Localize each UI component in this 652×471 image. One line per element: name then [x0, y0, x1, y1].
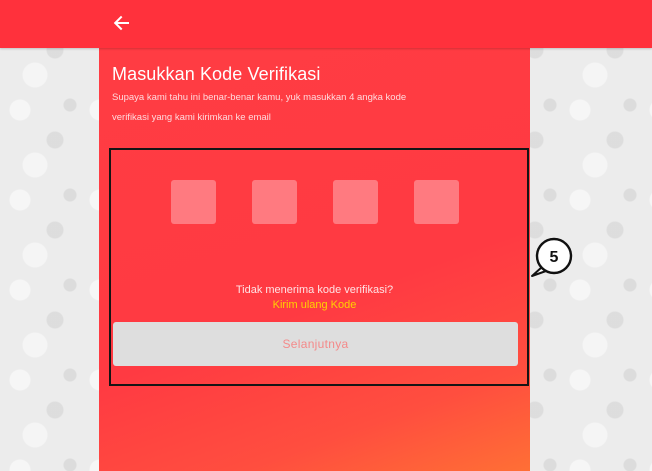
code-digit-3-input[interactable] [333, 180, 378, 224]
code-input-row [171, 180, 459, 224]
arrow-left-icon [113, 15, 129, 31]
next-button[interactable]: Selanjutnya [113, 322, 518, 366]
resend-prompt-text: Tidak menerima kode verifikasi? [235, 284, 394, 296]
back-button[interactable] [110, 12, 132, 34]
verification-panel: Masukkan Kode Verifikasi Supaya kami tah… [99, 48, 530, 471]
page-subtitle: Supaya kami tahu ini benar-benar kamu, y… [112, 92, 407, 123]
page-title: Masukkan Kode Verifikasi [112, 64, 321, 84]
annotation-callout: 5 [530, 237, 576, 281]
code-digit-2-input[interactable] [252, 180, 297, 224]
speech-bubble-icon: 5 [531, 237, 573, 277]
code-digit-1-input[interactable] [171, 180, 216, 224]
top-app-bar [0, 0, 652, 48]
callout-number: 5 [550, 249, 559, 266]
code-digit-4-input[interactable] [414, 180, 459, 224]
resend-code-link[interactable]: Kirim ulang Kode [99, 299, 530, 311]
